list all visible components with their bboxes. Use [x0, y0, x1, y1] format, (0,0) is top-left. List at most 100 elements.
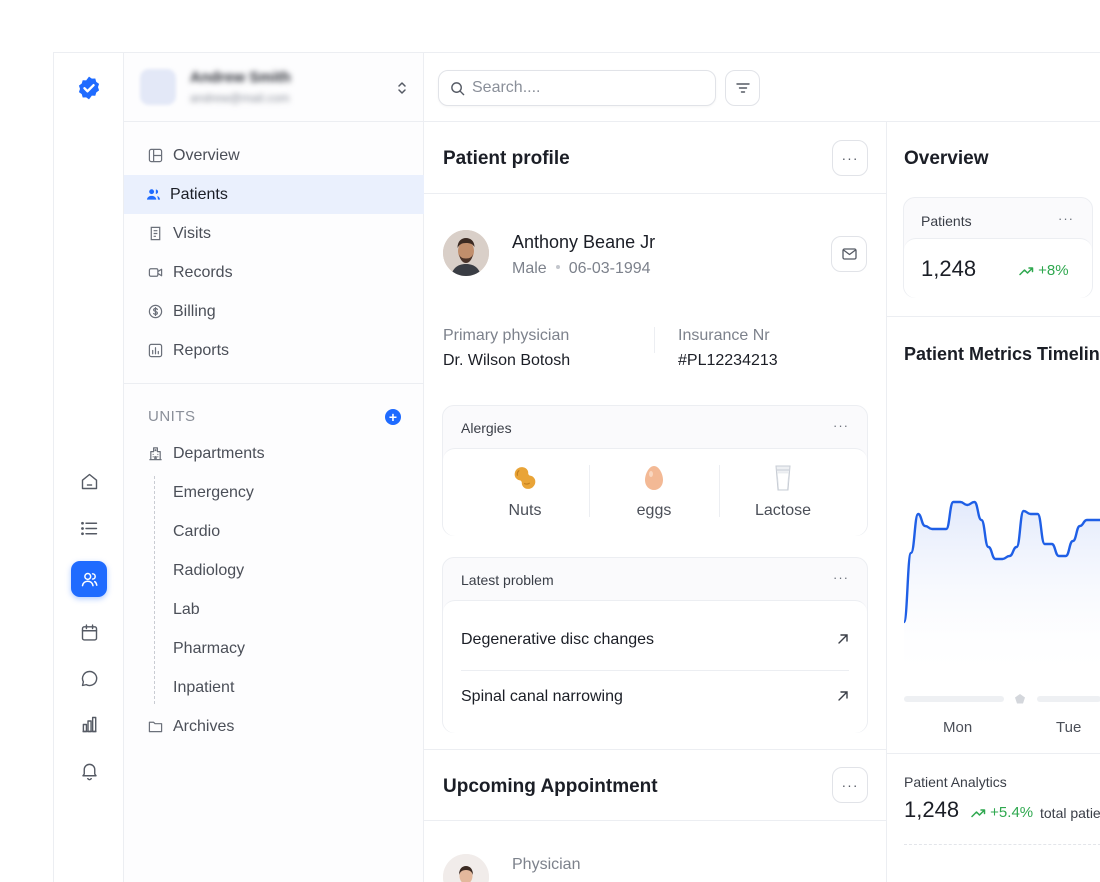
panel-title: Overview — [904, 148, 989, 169]
sidebar-item-billing[interactable]: Billing — [124, 292, 424, 331]
more-options-button[interactable]: ··· — [832, 767, 868, 803]
range-track-left — [904, 696, 1004, 702]
panel-title: Patient profile — [443, 148, 570, 169]
add-unit-button[interactable]: + — [385, 409, 401, 425]
icon-rail — [54, 53, 124, 882]
card-title: Alergies — [461, 420, 512, 436]
problem-text: Spinal canal narrowing — [461, 688, 623, 705]
department-item-inpatient[interactable]: Inpatient — [173, 679, 234, 697]
card-title: Patients — [921, 213, 972, 229]
section-divider — [887, 753, 1100, 754]
sidebar-item-label: Reports — [173, 342, 230, 359]
patient-dob: 06-03-1994 — [568, 260, 651, 277]
top-bar — [424, 53, 1100, 122]
patient-demographics: Male 06-03-1994 — [512, 260, 651, 278]
layout-grid-icon — [148, 148, 163, 163]
field-divider — [654, 327, 655, 353]
sidebar-item-label: Billing — [173, 303, 216, 320]
peanut-icon — [514, 467, 536, 489]
more-options-button[interactable]: ··· — [833, 570, 849, 585]
filter-button[interactable] — [725, 70, 760, 106]
chart-range-slider[interactable] — [904, 692, 1100, 706]
home-icon — [81, 473, 97, 489]
analytics-delta: +5.4% — [971, 804, 1033, 821]
patients-count: 1,248 — [921, 256, 977, 281]
folder-icon — [148, 721, 163, 733]
delta-value: +8% — [1038, 262, 1069, 279]
patients-nav-button[interactable] — [71, 561, 107, 597]
patients-delta: +8% — [1019, 262, 1069, 279]
video-camera-icon — [148, 268, 163, 277]
sidebar-item-records[interactable]: Records — [124, 253, 424, 292]
units-heading: UNITS — [148, 408, 196, 425]
sidebar-item-reports[interactable]: Reports — [124, 331, 424, 370]
sidebar-item-overview[interactable]: Overview — [124, 136, 424, 175]
trend-up-icon — [971, 809, 986, 818]
analytics-nav-button[interactable] — [71, 706, 107, 742]
search-input[interactable] — [472, 78, 702, 98]
search-box[interactable] — [438, 70, 716, 106]
doctor-portrait-icon — [443, 854, 489, 882]
more-options-button[interactable]: ··· — [833, 418, 849, 433]
range-handle-icon[interactable] — [1015, 694, 1025, 704]
patient-profile-panel: Patient profile ··· Anthony Beane Jr Mal… — [424, 122, 887, 882]
calendar-nav-button[interactable] — [71, 614, 107, 650]
list-nav-button[interactable] — [71, 510, 107, 546]
department-item-cardio[interactable]: Cardio — [173, 523, 220, 541]
clipboard-icon — [150, 226, 161, 241]
messages-nav-button[interactable] — [71, 660, 107, 696]
department-item-emergency[interactable]: Emergency — [173, 484, 254, 502]
account-name-redacted: Andrew Smith — [190, 69, 291, 86]
patients-stat-card: Patients ··· 1,248 +8% — [903, 197, 1093, 298]
problem-list: Degenerative disc changes Spinal canal n… — [443, 600, 867, 733]
sidebar-divider — [124, 383, 424, 384]
chevron-up-down-icon[interactable] — [396, 80, 408, 96]
sidebar-item-label: Patients — [170, 186, 228, 203]
department-item-radiology[interactable]: Radiology — [173, 562, 244, 580]
chart-x-tick: Mon — [943, 719, 973, 736]
arrow-up-right-icon[interactable] — [837, 633, 849, 645]
patient-gender: Male — [512, 260, 547, 277]
notifications-nav-button[interactable] — [71, 752, 107, 788]
hospital-building-icon — [149, 447, 162, 461]
sidebar-item-label: Departments — [173, 445, 265, 462]
email-patient-button[interactable] — [831, 236, 867, 272]
sidebar-item-archives[interactable]: Archives — [124, 707, 424, 746]
allergy-item-eggs: eggs — [584, 449, 724, 520]
sidebar-item-label: Records — [173, 264, 233, 281]
section-divider — [887, 316, 1100, 317]
arrow-up-right-icon[interactable] — [837, 690, 849, 702]
sidebar-item-departments[interactable]: Departments — [124, 434, 424, 473]
verified-badge-logo-icon[interactable] — [76, 75, 102, 101]
tree-connector — [154, 476, 155, 704]
department-item-pharmacy[interactable]: Pharmacy — [173, 640, 245, 658]
more-options-button[interactable]: ··· — [1058, 211, 1074, 226]
allergy-name: Lactose — [754, 502, 812, 519]
problem-item[interactable]: Spinal canal narrowing — [461, 670, 849, 726]
search-icon — [451, 82, 465, 96]
sidebar-item-visits[interactable]: Visits — [124, 214, 424, 253]
upcoming-appointment-header: Upcoming Appointment ··· — [424, 749, 887, 821]
more-options-button[interactable]: ··· — [832, 140, 868, 176]
sidebar-item-label: Overview — [173, 147, 240, 164]
filter-lines-icon — [735, 83, 750, 93]
chat-bubble-icon — [81, 670, 97, 686]
problem-item[interactable]: Degenerative disc changes — [461, 613, 849, 669]
list-icon — [80, 521, 97, 535]
report-chart-icon — [148, 343, 163, 358]
patient-avatar — [443, 230, 489, 276]
sidebar-item-patients[interactable]: Patients — [124, 175, 424, 214]
overview-panel: Overview Patients ··· 1,248 +8% Patient … — [887, 122, 1100, 882]
home-nav-button[interactable] — [71, 463, 107, 499]
egg-icon — [645, 466, 663, 490]
chart-gridline — [904, 844, 1100, 845]
allergy-item-lactose: Lactose — [713, 449, 853, 520]
sidebar: Andrew Smith andrew@mail.com Overview Pa… — [124, 53, 424, 882]
account-switcher[interactable]: Andrew Smith andrew@mail.com — [124, 53, 424, 122]
bar-chart-icon — [82, 716, 96, 732]
department-item-lab[interactable]: Lab — [173, 601, 200, 619]
allergy-name: eggs — [636, 502, 672, 519]
milk-glass-icon — [775, 465, 791, 491]
allergies-list: Nuts eggs Lactose — [443, 448, 867, 536]
panel-title: Upcoming Appointment — [443, 776, 658, 797]
